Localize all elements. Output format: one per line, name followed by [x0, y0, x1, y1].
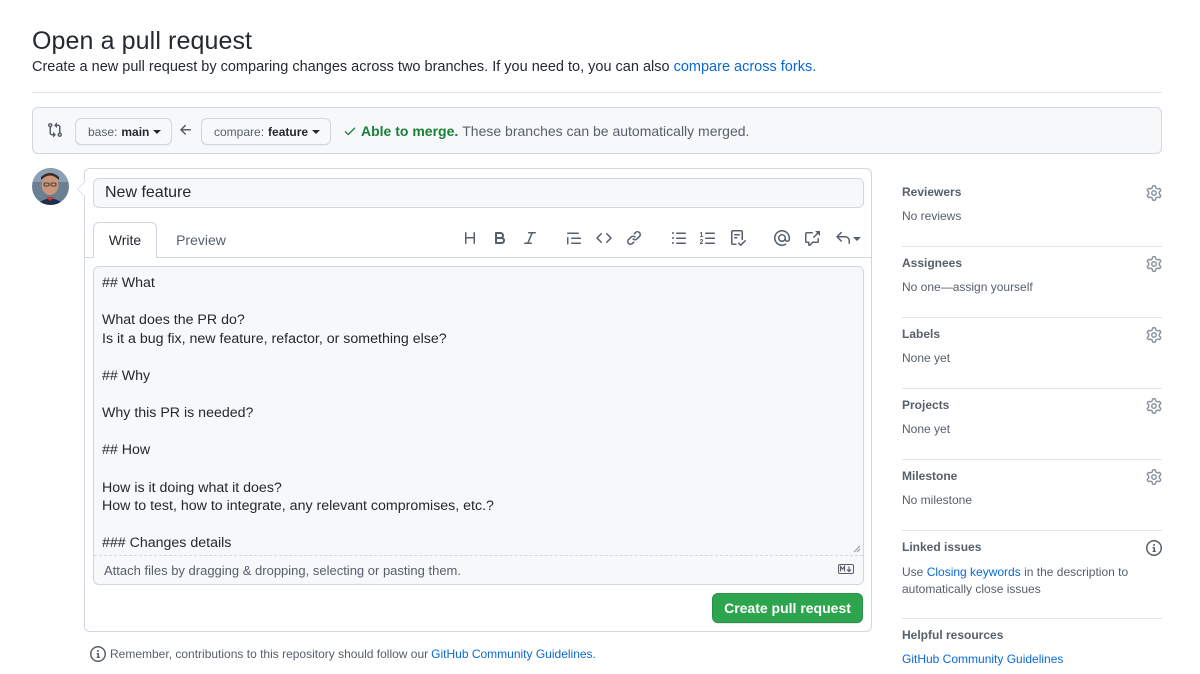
- info-icon: [90, 646, 106, 662]
- link-icon[interactable]: [622, 226, 646, 250]
- base-branch-name: main: [121, 124, 150, 139]
- chevron-down-icon: [153, 130, 162, 134]
- closing-keywords-link[interactable]: Closing keywords: [927, 565, 1021, 579]
- subtitle-text: Create a new pull request by comparing c…: [32, 59, 670, 75]
- reviewers-value: No reviews: [902, 209, 962, 223]
- merge-message: These branches can be automatically merg…: [462, 123, 750, 139]
- italic-icon[interactable]: [518, 226, 542, 250]
- title-input[interactable]: [93, 178, 864, 208]
- reply-icon[interactable]: [833, 226, 863, 250]
- divider: [32, 92, 1162, 93]
- tab-write[interactable]: Write: [93, 222, 157, 258]
- community-guidelines-link[interactable]: GitHub Community Guidelines.: [431, 647, 596, 661]
- sidebar-milestone: Milestone No milestone: [902, 460, 1162, 531]
- git-compare-icon: [48, 122, 63, 138]
- page-title: Open a pull request: [32, 27, 253, 55]
- markdown-icon[interactable]: [838, 564, 854, 574]
- assignees-value[interactable]: No one—assign yourself: [902, 280, 1033, 294]
- gear-icon[interactable]: [1146, 185, 1162, 201]
- resize-handle-icon[interactable]: [853, 545, 861, 553]
- body-textarea[interactable]: ## What What does the PR do? Is it a bug…: [102, 274, 855, 554]
- gear-icon[interactable]: [1146, 469, 1162, 485]
- milestone-heading[interactable]: Milestone: [902, 469, 957, 483]
- gear-icon[interactable]: [1146, 398, 1162, 414]
- attach-files-bar[interactable]: Attach files by dragging & dropping, sel…: [94, 555, 863, 584]
- create-pull-request-button[interactable]: Create pull request: [712, 593, 863, 623]
- bold-icon[interactable]: [488, 226, 512, 250]
- reminder-text: Remember, contributions to this reposito…: [110, 647, 429, 661]
- compare-branch-name: feature: [268, 124, 309, 139]
- labels-value: None yet: [902, 351, 951, 365]
- linked-issues-heading: Linked issues: [902, 540, 982, 554]
- compare-across-forks-link[interactable]: compare across forks.: [674, 59, 817, 75]
- sidebar-guidelines-link[interactable]: GitHub Community Guidelines: [902, 652, 1063, 666]
- unordered-list-icon[interactable]: [667, 226, 691, 250]
- task-list-icon[interactable]: [726, 226, 750, 250]
- merge-status: Able to merge. These branches can be aut…: [343, 123, 749, 139]
- base-branch-select[interactable]: base: main: [75, 118, 173, 145]
- mention-icon[interactable]: [770, 226, 794, 250]
- cross-reference-icon[interactable]: [800, 226, 824, 250]
- sidebar-linked-issues: Linked issues Use Closing keywords in th…: [902, 531, 1162, 619]
- sidebar-projects: Projects None yet: [902, 389, 1162, 460]
- attach-files-text: Attach files by dragging & dropping, sel…: [104, 563, 461, 578]
- code-icon[interactable]: [592, 226, 616, 250]
- linked-issues-description: Use Closing keywords in the description …: [902, 564, 1142, 598]
- sidebar-helpful-resources: Helpful resources GitHub Community Guide…: [902, 619, 1162, 674]
- compare-label: compare:: [214, 124, 265, 139]
- projects-value: None yet: [902, 422, 951, 436]
- heading-icon[interactable]: [458, 226, 482, 250]
- body-editor[interactable]: ## What What does the PR do? Is it a bug…: [93, 266, 864, 585]
- ordered-list-icon[interactable]: [696, 226, 720, 250]
- merge-ok-text: Able to merge.: [361, 123, 459, 139]
- markdown-toolbar: [85, 226, 873, 250]
- arrow-left-icon: [180, 124, 191, 135]
- sidebar-assignees: Assignees No one—assign yourself: [902, 247, 1162, 318]
- chevron-down-icon: [312, 130, 321, 134]
- compare-branch-select[interactable]: compare: feature: [201, 118, 332, 145]
- branch-compare-bar: base: main compare: feature Able to merg…: [32, 107, 1162, 154]
- helpful-resources-heading: Helpful resources: [902, 628, 1004, 642]
- avatar-image: [32, 168, 69, 205]
- pull-request-form: Write Preview: [77, 168, 873, 632]
- sidebar: Reviewers No reviews Assignees No one—as…: [902, 176, 1162, 674]
- chevron-down-icon[interactable]: [853, 236, 861, 241]
- gear-icon[interactable]: [1146, 327, 1162, 343]
- labels-heading[interactable]: Labels: [902, 327, 940, 341]
- linked-desc-prefix: Use: [902, 565, 924, 579]
- sidebar-labels: Labels None yet: [902, 318, 1162, 389]
- assignees-heading[interactable]: Assignees: [902, 256, 962, 270]
- gear-icon[interactable]: [1146, 256, 1162, 272]
- sidebar-reviewers: Reviewers No reviews: [902, 176, 1162, 247]
- milestone-value: No milestone: [902, 493, 973, 507]
- contribution-reminder: Remember, contributions to this reposito…: [90, 646, 596, 662]
- quote-icon[interactable]: [562, 226, 586, 250]
- info-icon[interactable]: [1146, 540, 1162, 556]
- avatar[interactable]: [32, 168, 69, 205]
- page-subtitle: Create a new pull request by comparing c…: [32, 59, 816, 75]
- base-label: base:: [88, 124, 118, 139]
- projects-heading[interactable]: Projects: [902, 398, 949, 412]
- check-icon: [344, 127, 356, 136]
- reviewers-heading[interactable]: Reviewers: [902, 185, 961, 199]
